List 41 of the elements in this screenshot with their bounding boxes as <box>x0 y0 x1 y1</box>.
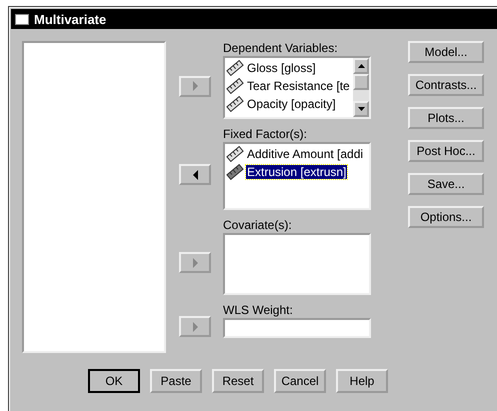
field-label: Fixed Factor(s): <box>223 127 308 142</box>
triangle-icon <box>192 170 198 180</box>
dialog-button[interactable]: Plots... <box>408 107 484 129</box>
down-arrow-icon <box>358 107 364 111</box>
ruler-icon <box>226 60 244 76</box>
input-field[interactable] <box>223 318 371 338</box>
ruler-icon <box>226 146 244 162</box>
dialog-button[interactable]: Options... <box>408 206 484 228</box>
field-label: Dependent Variables: <box>223 41 339 56</box>
scroll-thumb[interactable] <box>353 74 369 90</box>
dialog-button[interactable]: Cancel <box>274 369 326 393</box>
dialog-button[interactable]: Contrasts... <box>408 74 484 96</box>
scroll-down-button[interactable] <box>353 101 369 117</box>
scroll-up-button[interactable] <box>353 58 369 74</box>
source-variable-list[interactable] <box>22 41 166 353</box>
dialog-button[interactable]: OK <box>88 369 140 393</box>
window-icon <box>15 14 29 24</box>
triangle-icon <box>192 258 198 268</box>
variable-item[interactable]: Tear Resistance [te <box>226 77 352 95</box>
variable-item[interactable]: Additive Amount [addi <box>226 145 368 163</box>
dialog-button[interactable]: Reset <box>212 369 264 393</box>
dialog-button[interactable]: Help <box>336 369 388 393</box>
variable-list[interactable] <box>223 233 371 295</box>
variable-item[interactable]: Opacity [opacity] <box>226 95 352 113</box>
dialog-button[interactable]: Model... <box>408 41 484 63</box>
ruler-icon <box>226 164 244 180</box>
field-label: WLS Weight: <box>223 303 294 318</box>
triangle-icon <box>192 81 198 91</box>
dialog-button[interactable]: Post Hoc... <box>408 140 484 162</box>
window-title: Multivariate <box>34 12 106 26</box>
ruler-icon <box>226 78 244 94</box>
arrow-button[interactable] <box>179 164 211 185</box>
dialog-button[interactable]: Save... <box>408 173 484 195</box>
variable-list[interactable]: Gloss [gloss] Tear Resistance [te Opacity [opacity] <box>223 56 371 119</box>
field-label: Covariate(s): <box>223 218 293 233</box>
dialog-button[interactable]: Paste <box>150 369 202 393</box>
variable-item[interactable]: Gloss [gloss] <box>226 59 352 77</box>
up-arrow-icon <box>358 64 364 68</box>
variable-list[interactable]: Additive Amount [addi Extrusion [extrusn] <box>223 142 371 210</box>
triangle-icon <box>192 322 198 332</box>
scrollbar[interactable] <box>353 58 369 117</box>
